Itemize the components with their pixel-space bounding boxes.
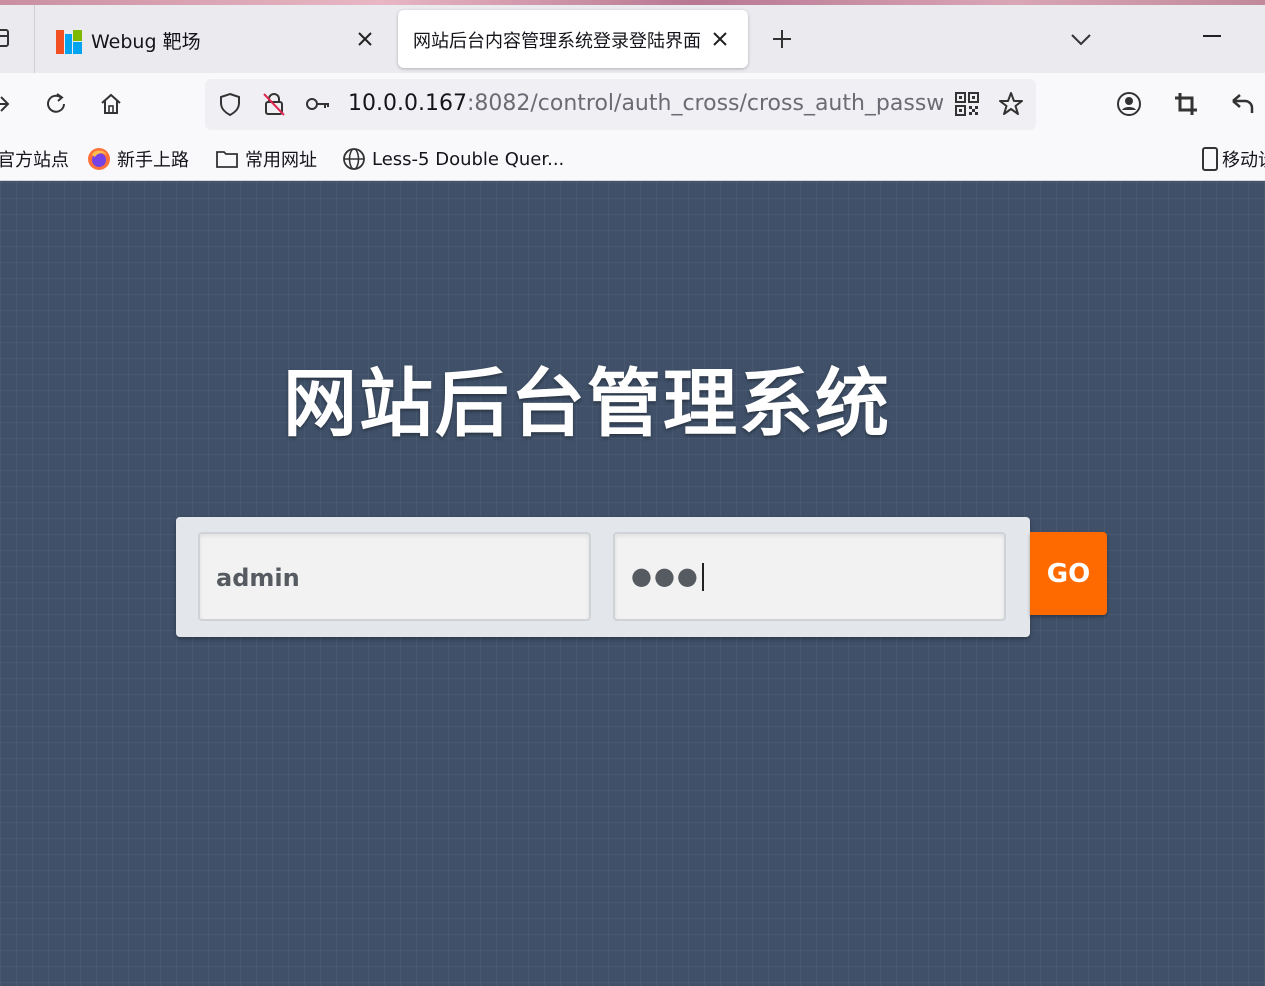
bookmark-less-5[interactable]: Less-5 Double Quer... xyxy=(342,146,564,172)
bookmark-label: Less-5 Double Quer... xyxy=(372,148,565,170)
bookmark-folder-common[interactable]: 常用网址 xyxy=(215,146,317,172)
tab-separator xyxy=(34,5,35,73)
reload-icon[interactable] xyxy=(43,91,69,117)
tab-webug[interactable]: Webug 靶场 xyxy=(40,10,390,68)
login-panel: admin ●●● xyxy=(176,517,1030,637)
close-icon[interactable] xyxy=(709,28,731,50)
shield-icon[interactable] xyxy=(217,91,243,117)
text-caret xyxy=(701,563,704,591)
password-input[interactable]: ●●● xyxy=(613,532,1006,621)
url-path: :8082/control/auth_cross/cross_auth_pass… xyxy=(466,91,943,116)
key-icon[interactable] xyxy=(305,91,331,117)
url-host: 10.0.0.167 xyxy=(348,91,467,116)
tab-title: Webug 靶场 xyxy=(91,31,201,53)
password-value: ●●● xyxy=(631,562,704,591)
page-content: 网站后台管理系统 admin ●●● GO xyxy=(0,182,1265,986)
bookmark-label: 常用网址 xyxy=(245,150,317,171)
bookmark-mobile[interactable]: 移动设 xyxy=(1200,146,1265,172)
plus-icon[interactable] xyxy=(770,27,794,51)
close-icon[interactable] xyxy=(354,28,376,50)
tab-active[interactable]: 网站后台内容管理系统登录登陆界面 xyxy=(398,10,748,68)
star-bookmark-icon[interactable] xyxy=(998,91,1024,117)
bookmark-official-site[interactable]: 官方站点 xyxy=(0,146,69,172)
mobile-icon xyxy=(1202,147,1218,171)
password-mask: ●●● xyxy=(631,562,700,590)
insecure-lock-icon[interactable] xyxy=(261,91,287,117)
tab-list-icon[interactable] xyxy=(0,27,12,49)
folder-icon xyxy=(216,151,238,168)
page-title: 网站后台管理系统 xyxy=(283,361,891,447)
windows-colored-logo-icon xyxy=(56,30,82,54)
undo-icon[interactable] xyxy=(1230,91,1256,117)
go-button[interactable]: GO xyxy=(1030,532,1107,615)
qr-code-icon[interactable] xyxy=(954,91,980,117)
forward-arrow-icon[interactable] xyxy=(0,91,14,117)
chevron-down-icon[interactable] xyxy=(1070,29,1092,49)
address-bar[interactable]: 10.0.0.167:8082/control/auth_cross/cross… xyxy=(205,79,1036,130)
tab-bar: Webug 靶场 网站后台内容管理系统登录登陆界面 xyxy=(0,5,1265,73)
crop-icon[interactable] xyxy=(1173,91,1199,117)
bookmark-label: 官方站点 xyxy=(0,150,69,171)
globe-icon xyxy=(343,148,365,170)
navigation-bar: 10.0.0.167:8082/control/auth_cross/cross… xyxy=(0,73,1265,136)
bookmark-getting-started[interactable]: 新手上路 xyxy=(87,146,189,172)
bookmark-label: 新手上路 xyxy=(117,150,189,171)
bookmarks-bar: 官方站点 新手上路 常用网址 Less-5 Double Quer... 移动设 xyxy=(0,136,1265,181)
tab-title: 网站后台内容管理系统登录登陆界面 xyxy=(413,31,701,52)
username-value: admin xyxy=(216,564,300,592)
account-icon[interactable] xyxy=(1116,91,1142,117)
url-text[interactable]: 10.0.0.167:8082/control/auth_cross/cross… xyxy=(348,91,943,116)
firefox-icon xyxy=(88,148,110,170)
minimize-icon[interactable] xyxy=(1203,34,1221,38)
bookmark-label: 移动设 xyxy=(1222,150,1265,171)
username-input[interactable]: admin xyxy=(198,532,591,621)
home-icon[interactable] xyxy=(98,91,124,117)
